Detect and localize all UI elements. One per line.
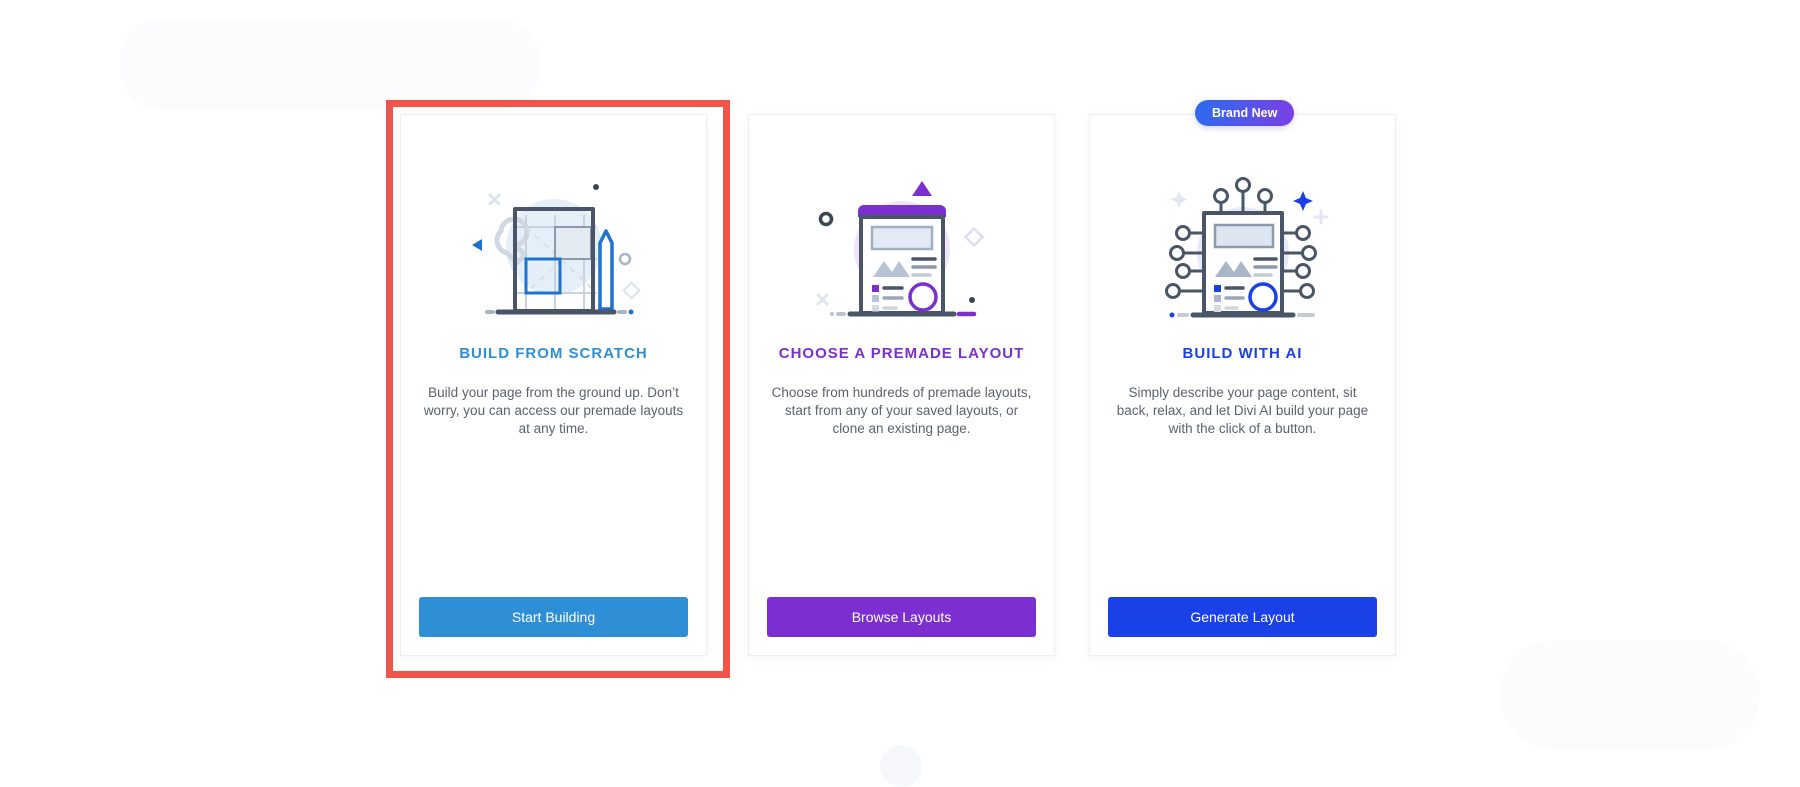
card-description: Simply describe your page content, sit b… [1116, 385, 1369, 437]
start-building-button[interactable]: Start Building [419, 597, 688, 637]
generate-layout-button[interactable]: Generate Layout [1108, 597, 1377, 637]
card-footer: Browse Layouts [749, 597, 1054, 655]
option-card-choose-premade-layout[interactable]: CHOOSE A PREMADE LAYOUT Choose from hund… [748, 114, 1055, 656]
blueprint-wireframe-icon [454, 167, 654, 327]
card-body: BUILD FROM SCRATCH Build your page from … [401, 115, 706, 597]
ai-circuit-page-icon [1143, 167, 1343, 327]
card-footer: Start Building [401, 597, 706, 655]
card-description: Choose from hundreds of premade layouts,… [771, 385, 1032, 437]
card-body: BUILD WITH AI Simply describe your page … [1090, 115, 1395, 597]
card-body: CHOOSE A PREMADE LAYOUT Choose from hund… [749, 115, 1054, 597]
card-title: BUILD WITH AI [1182, 345, 1303, 362]
brand-new-badge: Brand New [1195, 100, 1295, 126]
option-card-build-with-ai[interactable]: BUILD WITH AI Simply describe your page … [1089, 114, 1396, 656]
card-title: CHOOSE A PREMADE LAYOUT [778, 345, 1025, 362]
layout-page-icon [802, 167, 1002, 327]
page-creation-options: BUILD FROM SCRATCH Build your page from … [0, 0, 1800, 787]
card-footer: Generate Layout [1090, 597, 1395, 655]
browse-layouts-button[interactable]: Browse Layouts [767, 597, 1036, 637]
page-root: BUILD FROM SCRATCH Build your page from … [0, 0, 1800, 787]
card-title: BUILD FROM SCRATCH [459, 345, 648, 362]
option-card-build-from-scratch[interactable]: BUILD FROM SCRATCH Build your page from … [400, 114, 707, 656]
card-description: Build your page from the ground up. Don’… [423, 385, 684, 437]
